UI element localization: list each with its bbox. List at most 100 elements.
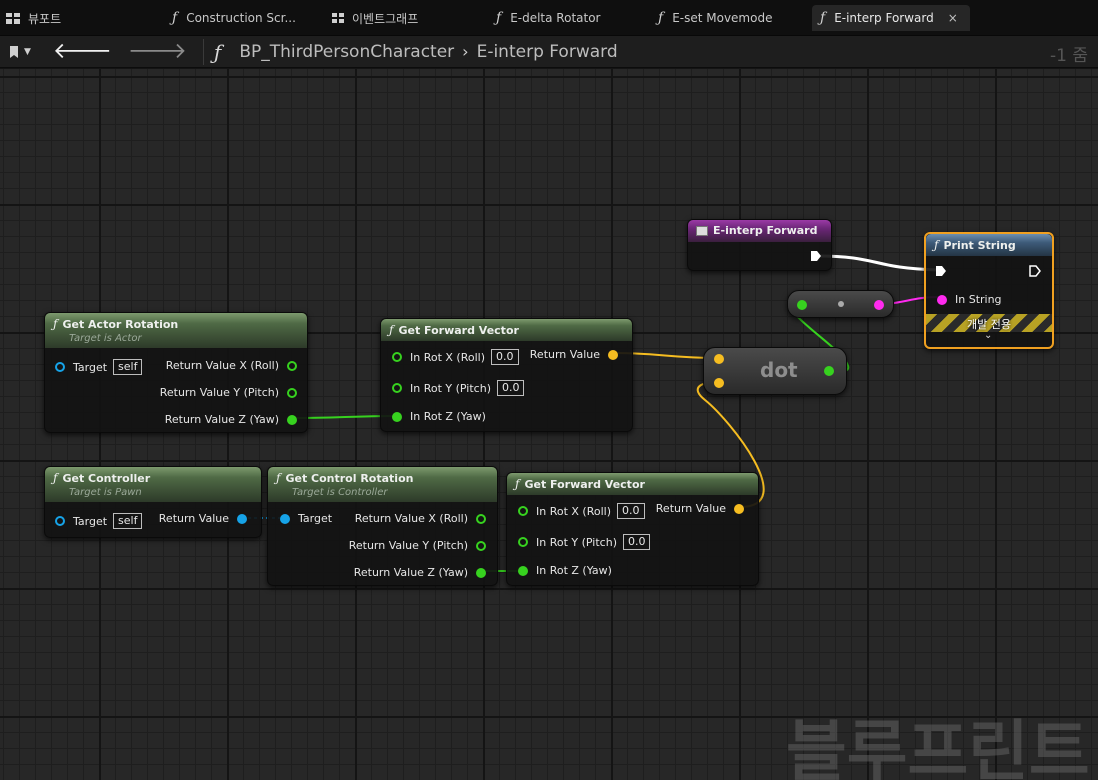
close-icon[interactable]: × xyxy=(948,11,958,25)
float-pin-icon xyxy=(392,411,402,422)
tab-label: 뷰포트 xyxy=(28,11,62,26)
object-pin-icon xyxy=(55,516,65,526)
float-pin-icon xyxy=(392,383,402,393)
get-forward-vector-node-1[interactable]: ƒ Get Forward Vector In Rot X (Roll) 0.0 … xyxy=(380,318,633,432)
node-title: Get Forward Vector xyxy=(524,477,645,491)
float-pin-icon xyxy=(476,567,486,578)
return-value-pin[interactable]: Return Value xyxy=(530,348,618,361)
float-pin-icon xyxy=(518,506,528,516)
target-value[interactable]: self xyxy=(113,513,143,529)
pin-label: Return Value Y (Pitch) xyxy=(159,386,279,399)
divider xyxy=(202,38,204,65)
breadcrumb-function: E-interp Forward xyxy=(476,41,618,62)
return-z-pin[interactable]: Return Value Z (Yaw) xyxy=(165,413,297,426)
convert-dot-icon xyxy=(838,301,844,307)
return-y-pin[interactable]: Return Value Y (Pitch) xyxy=(160,386,297,399)
node-subtitle: Target is Actor xyxy=(69,333,142,344)
bookmark-button[interactable]: ▼ xyxy=(9,45,31,59)
node-subtitle: Target is Controller xyxy=(292,487,388,498)
tab-bar: 뷰포트 ƒ Construction Scr... 이벤트그래프 ƒ E-del… xyxy=(0,0,1098,36)
node-title: Get Controller xyxy=(62,471,151,485)
pin-label: Return Value Z (Yaw) xyxy=(164,413,279,426)
vector-pin-icon[interactable] xyxy=(714,354,724,364)
function-icon: ƒ xyxy=(515,477,520,491)
in-rot-x-pin[interactable]: In Rot X (Roll) 0.0 xyxy=(518,503,645,519)
tab-e-delta-rotator[interactable]: ƒ E-delta Rotator xyxy=(490,5,650,31)
function-icon: ƒ xyxy=(276,471,281,485)
target-value[interactable]: self xyxy=(113,359,143,375)
get-controller-node[interactable]: ƒ Get Controller Target is Pawn Target se… xyxy=(44,466,262,538)
node-title: Print String xyxy=(943,238,1016,252)
print-string-node[interactable]: ƒ Print String In String 개발 전용 ⌄ xyxy=(924,232,1054,349)
node-title: dot xyxy=(760,358,798,382)
function-icon: ƒ xyxy=(53,317,58,331)
return-x-pin[interactable]: Return Value X (Roll) xyxy=(355,512,486,525)
chevron-down-icon: ▼ xyxy=(24,46,31,57)
value-field[interactable]: 0.0 xyxy=(622,534,651,550)
in-string-pin[interactable]: In String xyxy=(937,293,1002,306)
get-control-rotation-node[interactable]: ƒ Get Control Rotation Target is Controll… xyxy=(267,466,498,586)
breadcrumb: ▼ 🡐 🡒 ƒ BP_ThirdPersonCharacter › E-inte… xyxy=(0,36,1098,68)
return-value-pin[interactable]: Return Value xyxy=(656,502,744,515)
object-pin-icon xyxy=(55,362,65,372)
forward-arrow-icon[interactable]: 🡒 xyxy=(128,40,187,63)
tab-event-graph[interactable]: 이벤트그래프 xyxy=(326,5,486,31)
return-value-pin[interactable]: Return Value xyxy=(159,512,247,525)
value-field[interactable]: 0.0 xyxy=(496,380,525,396)
pin-label: In Rot Y (Pitch) xyxy=(536,535,617,549)
tab-construction-script[interactable]: ƒ Construction Scr... xyxy=(166,5,316,31)
breadcrumb-blueprint[interactable]: BP_ThirdPersonCharacter xyxy=(239,42,454,62)
expand-chevron-icon[interactable]: ⌄ xyxy=(984,330,992,341)
in-rot-y-pin[interactable]: In Rot Y (Pitch) 0.0 xyxy=(392,380,525,396)
conversion-node[interactable] xyxy=(787,290,894,318)
return-y-pin[interactable]: Return Value Y (Pitch) xyxy=(349,539,486,552)
tab-viewport[interactable]: 뷰포트 xyxy=(0,5,160,31)
zoom-level: -1 줌 xyxy=(1050,46,1088,66)
pin-label: Return Value xyxy=(655,502,726,515)
float-pin-icon xyxy=(518,565,528,576)
vector-pin-icon[interactable] xyxy=(714,378,724,388)
float-pin-icon xyxy=(476,540,486,551)
return-x-pin[interactable]: Return Value X (Roll) xyxy=(166,359,297,372)
exec-pin-icon xyxy=(936,266,946,276)
function-icon: ƒ xyxy=(172,10,178,26)
target-pin[interactable]: Target xyxy=(280,512,332,525)
float-pin-icon[interactable] xyxy=(824,366,834,376)
in-rot-y-pin[interactable]: In Rot Y (Pitch) 0.0 xyxy=(518,534,651,550)
get-actor-rotation-node[interactable]: ƒ Get Actor Rotation Target is Actor Targ… xyxy=(44,312,308,433)
float-pin-icon xyxy=(518,537,528,547)
string-pin-icon[interactable] xyxy=(874,300,884,310)
target-pin[interactable]: Target self xyxy=(55,359,143,375)
value-field[interactable]: 0.0 xyxy=(617,503,645,519)
pin-label: In Rot X (Roll) xyxy=(410,350,486,364)
tab-label: E-delta Rotator xyxy=(510,11,601,25)
dot-product-node[interactable]: dot xyxy=(703,347,847,395)
float-pin-icon[interactable] xyxy=(797,300,807,310)
pin-label: Return Value X (Roll) xyxy=(354,512,468,525)
get-forward-vector-node-2[interactable]: ƒ Get Forward Vector In Rot X (Roll) 0.0 … xyxy=(506,472,759,586)
exec-in-pin[interactable] xyxy=(935,265,947,277)
back-arrow-icon[interactable]: 🡐 xyxy=(53,40,112,63)
node-title: Get Forward Vector xyxy=(398,323,519,337)
in-rot-z-pin[interactable]: In Rot Z (Yaw) xyxy=(518,564,612,577)
vector-pin-icon xyxy=(608,349,618,360)
pin-label: In Rot Z (Yaw) xyxy=(410,410,486,423)
target-pin[interactable]: Target self xyxy=(55,513,143,529)
pin-label: Target xyxy=(73,514,108,528)
exec-out-pin[interactable] xyxy=(810,250,822,262)
tab-e-set-movemode[interactable]: ƒ E-set Movemode xyxy=(652,5,812,31)
in-rot-x-pin[interactable]: In Rot X (Roll) 0.0 xyxy=(392,349,519,365)
in-rot-z-pin[interactable]: In Rot Z (Yaw) xyxy=(392,410,486,423)
exec-out-pin[interactable] xyxy=(1029,265,1041,277)
graph-icon xyxy=(332,13,344,23)
tab-e-interp-forward[interactable]: ƒ E-interp Forward × xyxy=(812,5,970,31)
node-title: Get Control Rotation xyxy=(285,471,414,485)
return-z-pin[interactable]: Return Value Z (Yaw) xyxy=(354,566,486,579)
value-field[interactable]: 0.0 xyxy=(491,349,519,365)
float-pin-icon xyxy=(287,414,297,425)
object-pin-icon xyxy=(237,513,247,524)
pin-label: Return Value X (Roll) xyxy=(165,359,279,372)
entry-node-e-interp-forward[interactable]: E-interp Forward xyxy=(687,219,832,271)
pin-label: Return Value xyxy=(529,348,600,361)
pin-label: Return Value xyxy=(158,512,229,525)
